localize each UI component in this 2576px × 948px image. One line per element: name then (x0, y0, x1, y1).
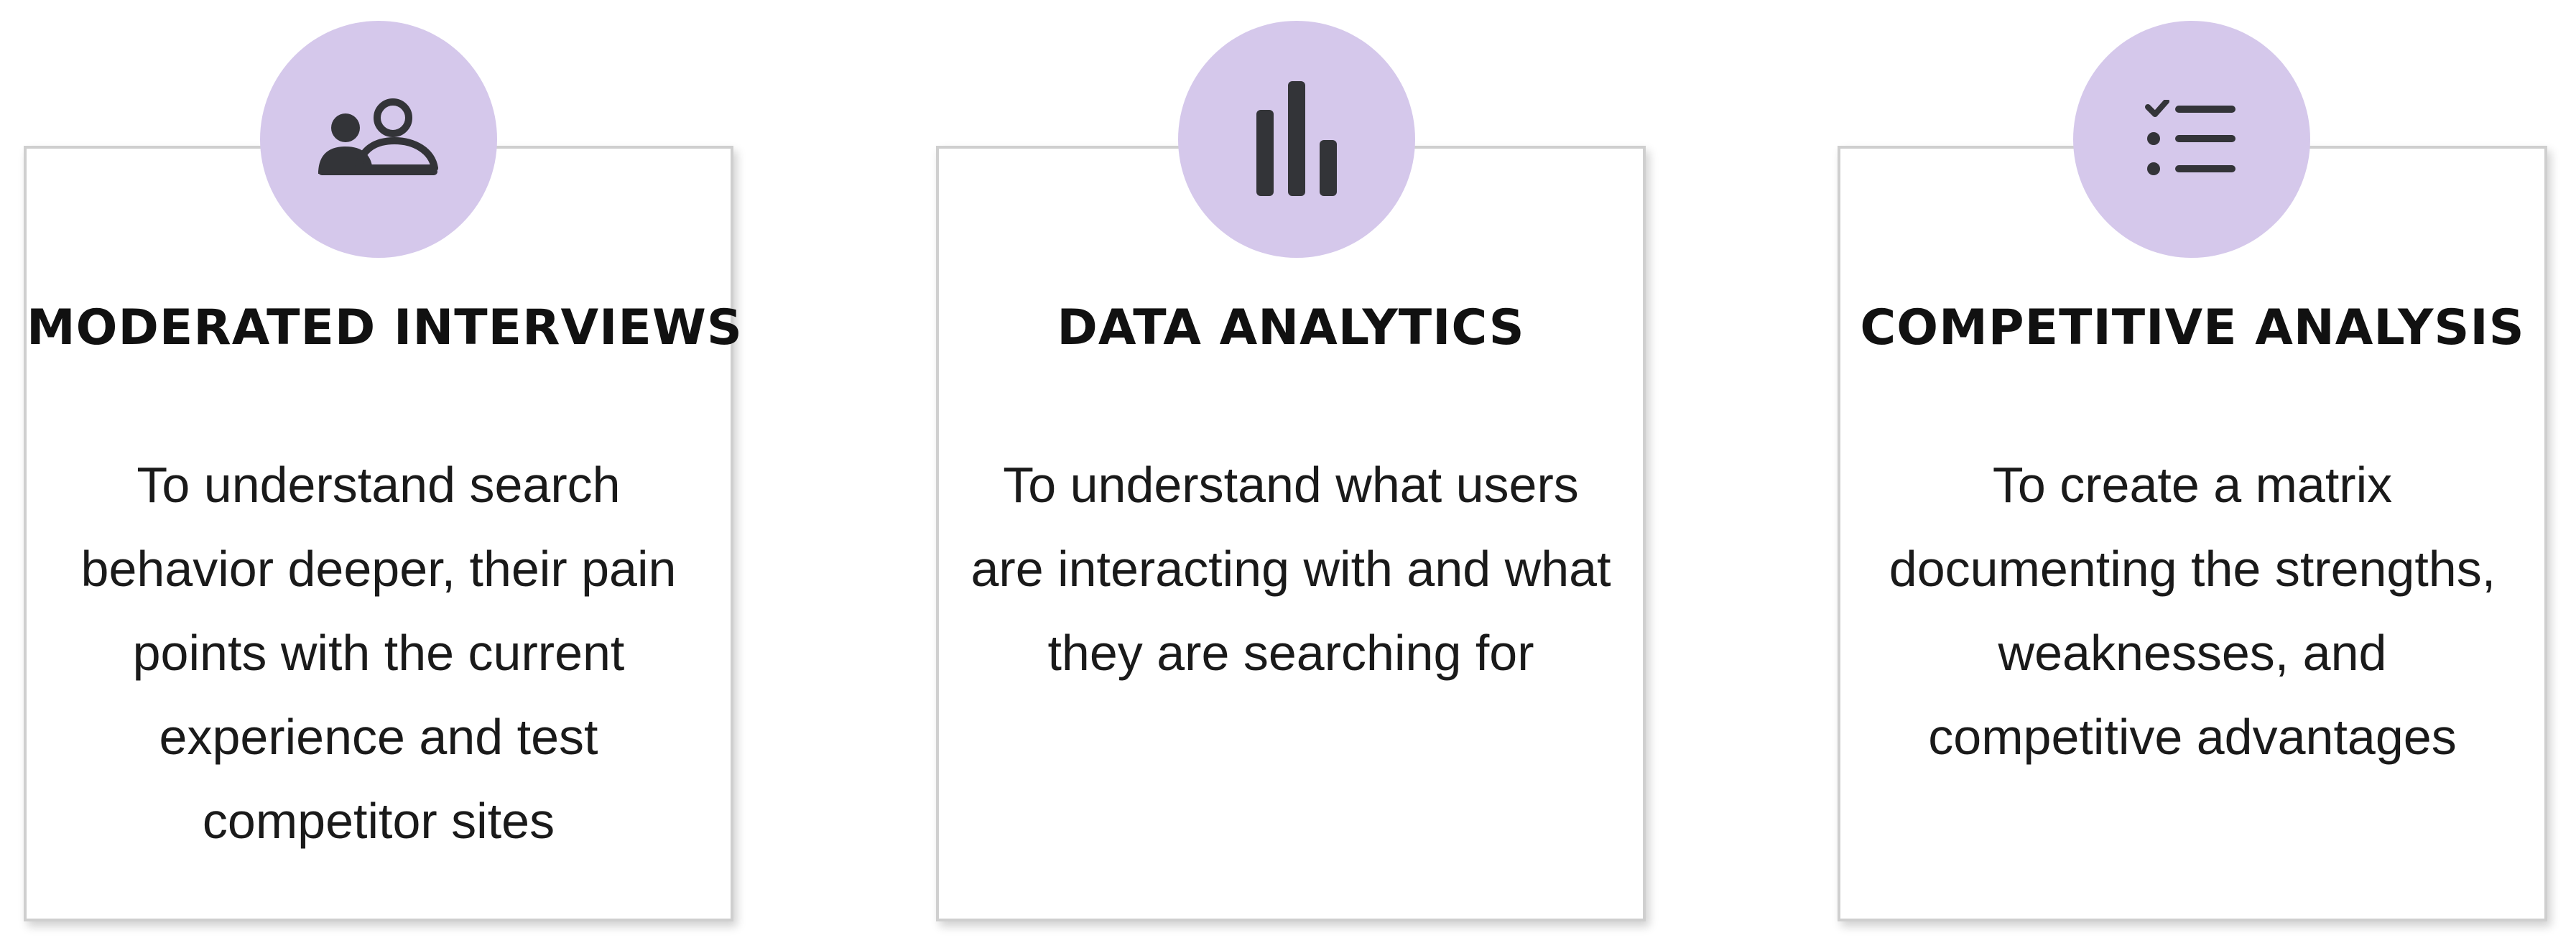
users-icon (318, 98, 438, 175)
bar-chart-icon (1256, 81, 1337, 196)
method-card-data-analytics: DATA ANALYTICS To understand what users … (936, 146, 1646, 921)
card-description: To understand search behavior deeper, th… (80, 457, 677, 849)
method-card-competitive-analysis: COMPETITIVE ANALYSIS To create a matrix … (1838, 146, 2547, 921)
card-title: COMPETITIVE ANALYSIS (1860, 299, 2525, 356)
card-description: To understand what users are interacting… (970, 457, 1611, 681)
card-description: To create a matrix documenting the stren… (1889, 457, 2496, 765)
bar-chart-icon-badge (1178, 21, 1415, 258)
method-card-moderated-interviews: MODERATED INTERVIEWS To understand searc… (24, 146, 743, 921)
checklist-icon (2145, 100, 2236, 175)
checklist-icon-badge (2073, 21, 2310, 258)
card-title: DATA ANALYTICS (1057, 299, 1525, 356)
card-title: MODERATED INTERVIEWS (27, 299, 743, 356)
users-icon-badge (260, 21, 497, 258)
